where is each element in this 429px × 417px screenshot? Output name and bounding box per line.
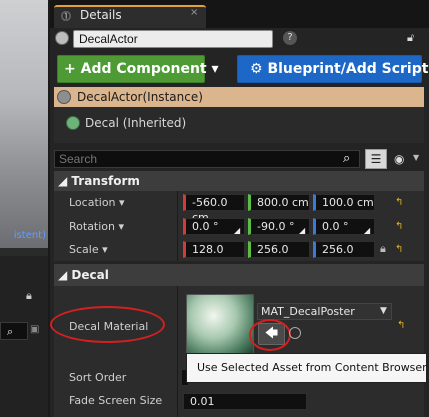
scale-z-field[interactable]: 256.0 [313,241,375,258]
lock-icon[interactable]: 🔓︎ [407,31,421,45]
location-x-field[interactable]: -560.0 cm [183,194,245,224]
annotation-ellipse [50,306,165,343]
drag-handle-icon[interactable]: ◢ [299,226,307,235]
actor-icon [55,31,69,45]
actor-name-input[interactable] [73,30,273,48]
search-icon[interactable]: ⌕ [343,151,359,167]
tab-details[interactable] [54,5,206,28]
scale-x-field[interactable]: 128.0 [183,241,245,258]
level-viewport[interactable] [0,0,48,248]
component-row-decal[interactable]: Decal (Inherited) [85,116,186,130]
lock-scale-icon[interactable]: 🔒︎ [380,242,392,256]
details-icon: ⓵ [61,12,71,23]
reset-to-default-icon[interactable]: ↰ [395,197,405,208]
actor-icon [57,90,71,104]
decal-header-label: Decal [71,268,109,282]
chevron-down-icon[interactable]: ▼ [380,306,390,318]
blueprint-add-script-button[interactable]: ⚙ Blueprint/Add Script [237,55,428,83]
annotation-ellipse [249,319,291,351]
transform-section-header[interactable]: ◢ Transform [54,171,424,191]
scale-y-field[interactable]: 256.0 [248,241,310,258]
viewport-label: istent) [13,230,46,241]
add-component-button[interactable]: + Add Component ▾ [57,55,219,83]
column-divider[interactable] [177,191,178,261]
drag-handle-icon[interactable]: ◢ [364,226,372,235]
browse-icon[interactable] [289,327,301,339]
collapse-arrow-icon: ◢ [58,174,72,188]
gears-icon: ⚙ [250,61,268,77]
sort-order-label: Sort Order [69,371,127,384]
decal-section-header[interactable]: ◢ Decal [54,264,424,286]
search-icon[interactable]: ⌕ [7,325,21,339]
drag-handle-icon[interactable]: ◢ [234,226,242,235]
lock-icon[interactable]: 🔒︎ [26,289,40,303]
tab-details-label: Details [80,8,122,22]
column-divider[interactable] [177,286,178,417]
eye-icon[interactable]: ◉ [394,152,410,166]
material-thumbnail[interactable] [186,294,254,356]
decal-component-icon [66,116,80,130]
help-icon[interactable]: ? [283,31,297,45]
fade-screen-size-field[interactable]: 0.01 [183,393,307,410]
transform-header-label: Transform [71,174,140,188]
blueprint-button-label: Blueprint/Add Script [267,61,429,77]
search-input[interactable] [54,150,360,168]
reset-to-default-icon[interactable]: ↰ [395,221,405,232]
save-icon[interactable]: ▣ [30,324,42,336]
scale-label[interactable]: Scale ▾ [69,243,108,256]
close-icon[interactable]: × [190,7,202,21]
fade-screen-size-label: Fade Screen Size [69,394,163,407]
grid-view-button[interactable]: ☰ [365,149,387,169]
chevron-down-icon[interactable]: ▼ [413,153,423,165]
location-z-field[interactable]: 100.0 cm [313,194,375,211]
location-label[interactable]: Location ▾ [69,196,125,209]
collapse-arrow-icon: ◢ [58,268,72,282]
tooltip: Use Selected Asset from Content Browser [186,353,427,383]
panel-splitter[interactable] [0,248,48,256]
component-label-instance: DecalActor(Instance) [77,90,203,104]
location-y-field[interactable]: 800.0 cm [248,194,310,211]
rotation-label[interactable]: Rotation ▾ [69,220,124,233]
reset-to-default-icon[interactable]: ↰ [397,320,407,331]
reset-to-default-icon[interactable]: ↰ [395,244,405,255]
material-asset-combo[interactable]: MAT_DecalPoster [257,303,392,320]
